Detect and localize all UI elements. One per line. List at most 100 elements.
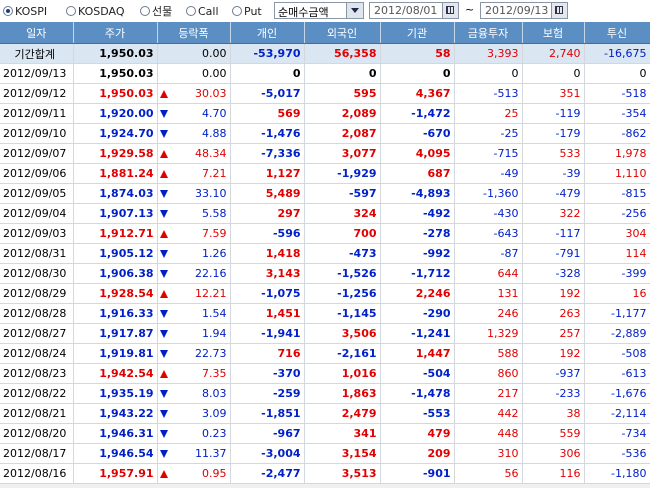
radio-kosdaq[interactable]: KOSDAQ xyxy=(66,4,125,18)
cell-insurance-value: 116 xyxy=(559,467,581,480)
cell-insurance-value: -791 xyxy=(555,247,581,260)
table-row[interactable]: 2012/08/20 1,946.31 0.23 -967 341 479 448 559 -7… xyxy=(0,423,650,444)
radio-label: Put xyxy=(244,4,262,18)
cell-insurance: 263 xyxy=(522,303,585,324)
cell-date-value: 2012/08/31 xyxy=(3,247,67,260)
cell-date: 2012/09/11 xyxy=(0,103,74,124)
cell-investment-trust-value: -354 xyxy=(621,107,647,120)
amount-type-value: 순매수금액 xyxy=(278,6,329,19)
table-row[interactable]: 2012/08/27 1,917.87 1.94 -1,941 3,506 -1,241 1… xyxy=(0,323,650,344)
table-row[interactable]: 2012/08/17 1,946.54 11.37 -3,004 3,154 209 310… xyxy=(0,443,650,464)
cell-change-value: 7.35 xyxy=(202,367,227,380)
chevron-down-icon[interactable] xyxy=(346,3,363,18)
cell-date: 2012/09/06 xyxy=(0,163,74,184)
cell-price: 1,942.54 xyxy=(73,363,158,384)
header-financial-investment[interactable]: 금융투자 xyxy=(454,22,523,44)
cell-financial-investment: 217 xyxy=(454,383,523,404)
table-row[interactable]: 2012/09/11 1,920.00 4.70 569 2,089 -1,472 25 -1… xyxy=(0,103,650,124)
table-row[interactable]: 2012/08/28 1,916.33 1.54 1,451 -1,145 -290 246… xyxy=(0,303,650,324)
cell-individual: 1,127 xyxy=(230,163,305,184)
radio-put[interactable]: Put xyxy=(232,4,262,18)
table-row[interactable]: 2012/08/21 1,943.22 3.09 -1,851 2,479 -553 442… xyxy=(0,403,650,424)
radio-call[interactable]: Call xyxy=(186,4,219,18)
cell-price: 1,928.54 xyxy=(73,283,158,304)
cell-individual-value: -53,970 xyxy=(253,47,301,60)
table-row[interactable]: 2012/08/31 1,905.12 1.26 1,418 -473 -992 -87 -7… xyxy=(0,243,650,264)
radio-kospi[interactable]: KOSPI xyxy=(3,4,47,18)
table-row[interactable]: 2012/09/07 1,929.58 48.34 -7,336 3,077 4,095 -… xyxy=(0,143,650,164)
cell-institution-value: 209 xyxy=(427,447,451,460)
arrow-down-icon xyxy=(159,130,168,138)
radio-futures[interactable]: 선물 xyxy=(140,4,172,18)
cell-change-value: 12.21 xyxy=(195,287,227,300)
table-row[interactable]: 2012/09/06 1,881.24 7.21 1,127 -1,929 687 -49 -… xyxy=(0,163,650,184)
table-row[interactable]: 2012/08/24 1,919.81 22.73 716 -2,161 1,447 588… xyxy=(0,343,650,364)
cell-financial-investment-value: 644 xyxy=(497,267,519,280)
cell-individual: 5,489 xyxy=(230,183,305,204)
header-price[interactable]: 주가 xyxy=(73,22,158,44)
cell-individual: -370 xyxy=(230,363,305,384)
cell-investment-trust: -2,114 xyxy=(584,403,650,424)
table-row[interactable]: 2012/08/23 1,942.54 7.35 -370 1,016 -504 860 -9… xyxy=(0,363,650,384)
cell-price: 1,916.33 xyxy=(73,303,158,324)
table-row[interactable]: 2012/09/04 1,907.13 5.58 297 324 -492 -430 322 -… xyxy=(0,203,650,224)
calendar-icon[interactable] xyxy=(551,3,567,18)
table-row[interactable]: 2012/09/05 1,874.03 33.10 5,489 -597 -4,893 -1… xyxy=(0,183,650,204)
table-row[interactable]: 2012/08/16 1,957.91 0.95 -2,477 3,513 -901 56 1… xyxy=(0,463,650,484)
cell-price-value: 1,919.81 xyxy=(99,347,154,360)
cell-change: 0.23 xyxy=(157,423,231,444)
cell-investment-trust-value: -1,180 xyxy=(611,467,647,480)
cell-insurance: 116 xyxy=(522,463,585,484)
cell-insurance: 351 xyxy=(522,83,585,104)
table-row[interactable]: 2012/09/03 1,912.71 7.59 -596 700 -278 -643 -11… xyxy=(0,223,650,244)
calendar-icon[interactable] xyxy=(442,3,458,18)
date-from-field[interactable]: 2012/08/01 xyxy=(369,2,459,19)
cell-financial-investment-value: -49 xyxy=(500,167,519,180)
cell-financial-investment-value: 448 xyxy=(497,427,519,440)
cell-individual-value: -1,941 xyxy=(261,327,301,340)
header-individual[interactable]: 개인 xyxy=(230,22,305,44)
table-row[interactable]: 2012/08/29 1,928.54 12.21 -1,075 -1,256 2,246… xyxy=(0,283,650,304)
summary-row[interactable]: 기간합계 1,950.03 0.00 -53,970 56,358 58 3,393 2,74… xyxy=(0,43,650,64)
cell-institution-value: 58 xyxy=(435,47,451,60)
table-row[interactable]: 2012/09/10 1,924.70 4.88 -1,476 2,087 -670 -25… xyxy=(0,123,650,144)
cell-financial-investment-value: 3,393 xyxy=(487,47,519,60)
cell-institution: 209 xyxy=(380,443,455,464)
cell-financial-investment: -643 xyxy=(454,223,523,244)
cell-institution-value: -1,472 xyxy=(411,107,451,120)
cell-date: 2012/08/20 xyxy=(0,423,74,444)
cell-foreign-value: 1,016 xyxy=(341,367,377,380)
header-institution[interactable]: 기관 xyxy=(380,22,455,44)
cell-financial-investment: 56 xyxy=(454,463,523,484)
cell-date-value: 2012/08/22 xyxy=(3,387,67,400)
header-foreign[interactable]: 외국인 xyxy=(304,22,381,44)
cell-individual: -7,336 xyxy=(230,143,305,164)
cell-foreign: 2,089 xyxy=(304,103,381,124)
cell-financial-investment-value: -430 xyxy=(493,207,519,220)
cell-financial-investment-value: 1,329 xyxy=(487,327,519,340)
date-to-field[interactable]: 2012/09/13 xyxy=(480,2,568,19)
cell-financial-investment-value: -87 xyxy=(500,247,519,260)
table-row[interactable]: 2012/09/12 1,950.03 30.03 -5,017 595 4,367 -51… xyxy=(0,83,650,104)
cell-financial-investment: -49 xyxy=(454,163,523,184)
cell-insurance: 38 xyxy=(522,403,585,424)
cell-change-value: 1.54 xyxy=(202,307,227,320)
cell-financial-investment: 246 xyxy=(454,303,523,324)
cell-institution-value: 4,367 xyxy=(415,87,451,100)
table-row[interactable]: 2012/08/30 1,906.38 22.16 3,143 -1,526 -1,712… xyxy=(0,263,650,284)
cell-financial-investment: 1,329 xyxy=(454,323,523,344)
cell-investment-trust-value: -734 xyxy=(621,427,647,440)
header-investment-trust[interactable]: 투신 xyxy=(584,22,650,44)
cell-price-value: 1,950.03 xyxy=(99,67,154,80)
table-row[interactable]: 2012/09/13 1,950.03 0.00 0 0 0 0 0 0 xyxy=(0,63,650,84)
cell-insurance: 0 xyxy=(522,63,585,84)
header-change[interactable]: 등락폭 xyxy=(157,22,231,44)
amount-type-select[interactable]: 순매수금액 xyxy=(274,2,364,19)
cell-investment-trust-value: -862 xyxy=(621,127,647,140)
table-row[interactable]: 2012/08/22 1,935.19 8.03 -259 1,863 -1,478 217… xyxy=(0,383,650,404)
cell-date-value: 2012/08/17 xyxy=(3,447,67,460)
header-insurance[interactable]: 보험 xyxy=(522,22,585,44)
cell-insurance-value: 533 xyxy=(559,147,581,160)
header-date[interactable]: 일자 xyxy=(0,22,74,44)
cell-individual: -3,004 xyxy=(230,443,305,464)
